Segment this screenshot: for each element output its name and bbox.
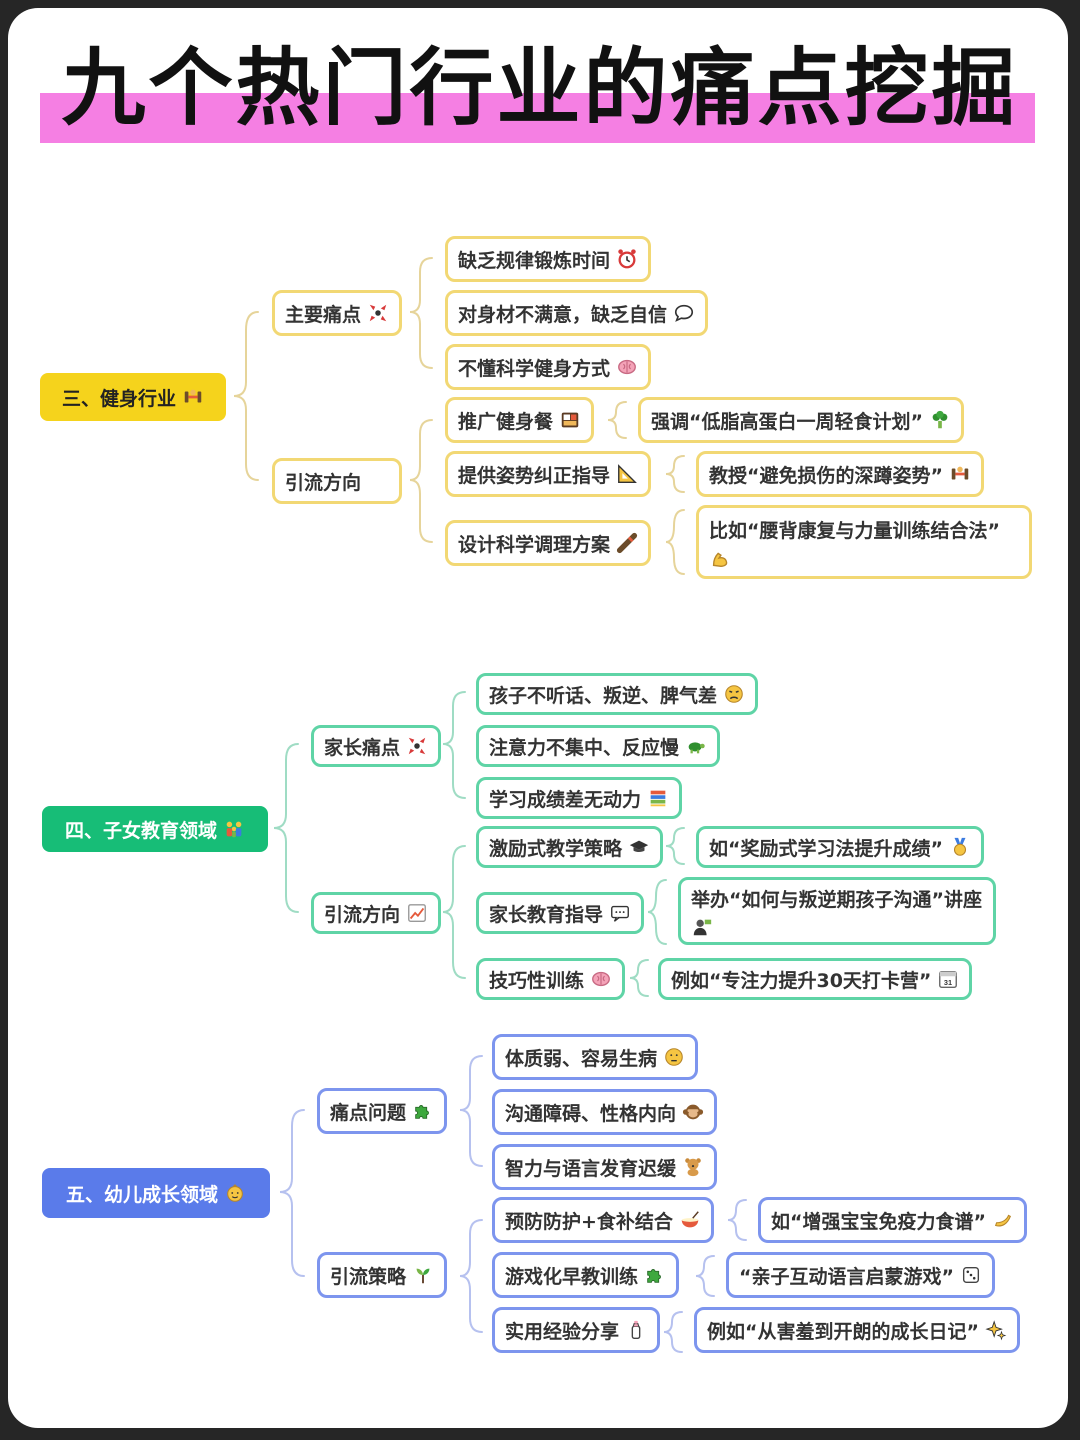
leaf-node: 智力与语言发育迟缓 [492, 1144, 718, 1190]
leaf-node: 沟通障碍、性格内向 [492, 1089, 718, 1135]
leaf-node: 体质弱、容易生病 [492, 1034, 699, 1080]
puzzle-icon [644, 1264, 666, 1286]
detail-node: 例如“从害羞到开朗的成长日记” [694, 1307, 1020, 1353]
leaf-node: 预防防护+食补结合 [492, 1197, 714, 1243]
banana-icon [992, 1209, 1014, 1231]
food-bowl-icon [679, 1209, 701, 1231]
branch-pain-issues: 痛点问题 [317, 1088, 448, 1134]
teddy-bear-icon [682, 1156, 704, 1178]
seedling-icon [412, 1264, 434, 1286]
sparkles-icon [985, 1319, 1007, 1341]
branch-traffic-strategy: 引流策略 [317, 1252, 448, 1298]
shy-monkey-icon [682, 1101, 704, 1123]
detail-node: 如“增强宝宝免疫力食谱” [758, 1197, 1027, 1243]
root-infant-growth: 五、幼儿成长领域 [42, 1168, 270, 1218]
leaf-node: 实用经验分享 [492, 1307, 661, 1353]
sick-face-icon [663, 1046, 685, 1068]
baby-icon [224, 1182, 246, 1204]
baby-bottle-icon [625, 1319, 647, 1341]
dice-icon [960, 1264, 982, 1286]
detail-node: “亲子互动语言启蒙游戏” [726, 1252, 995, 1298]
puzzle-icon [412, 1100, 434, 1122]
leaf-node: 游戏化早教训练 [492, 1252, 680, 1298]
